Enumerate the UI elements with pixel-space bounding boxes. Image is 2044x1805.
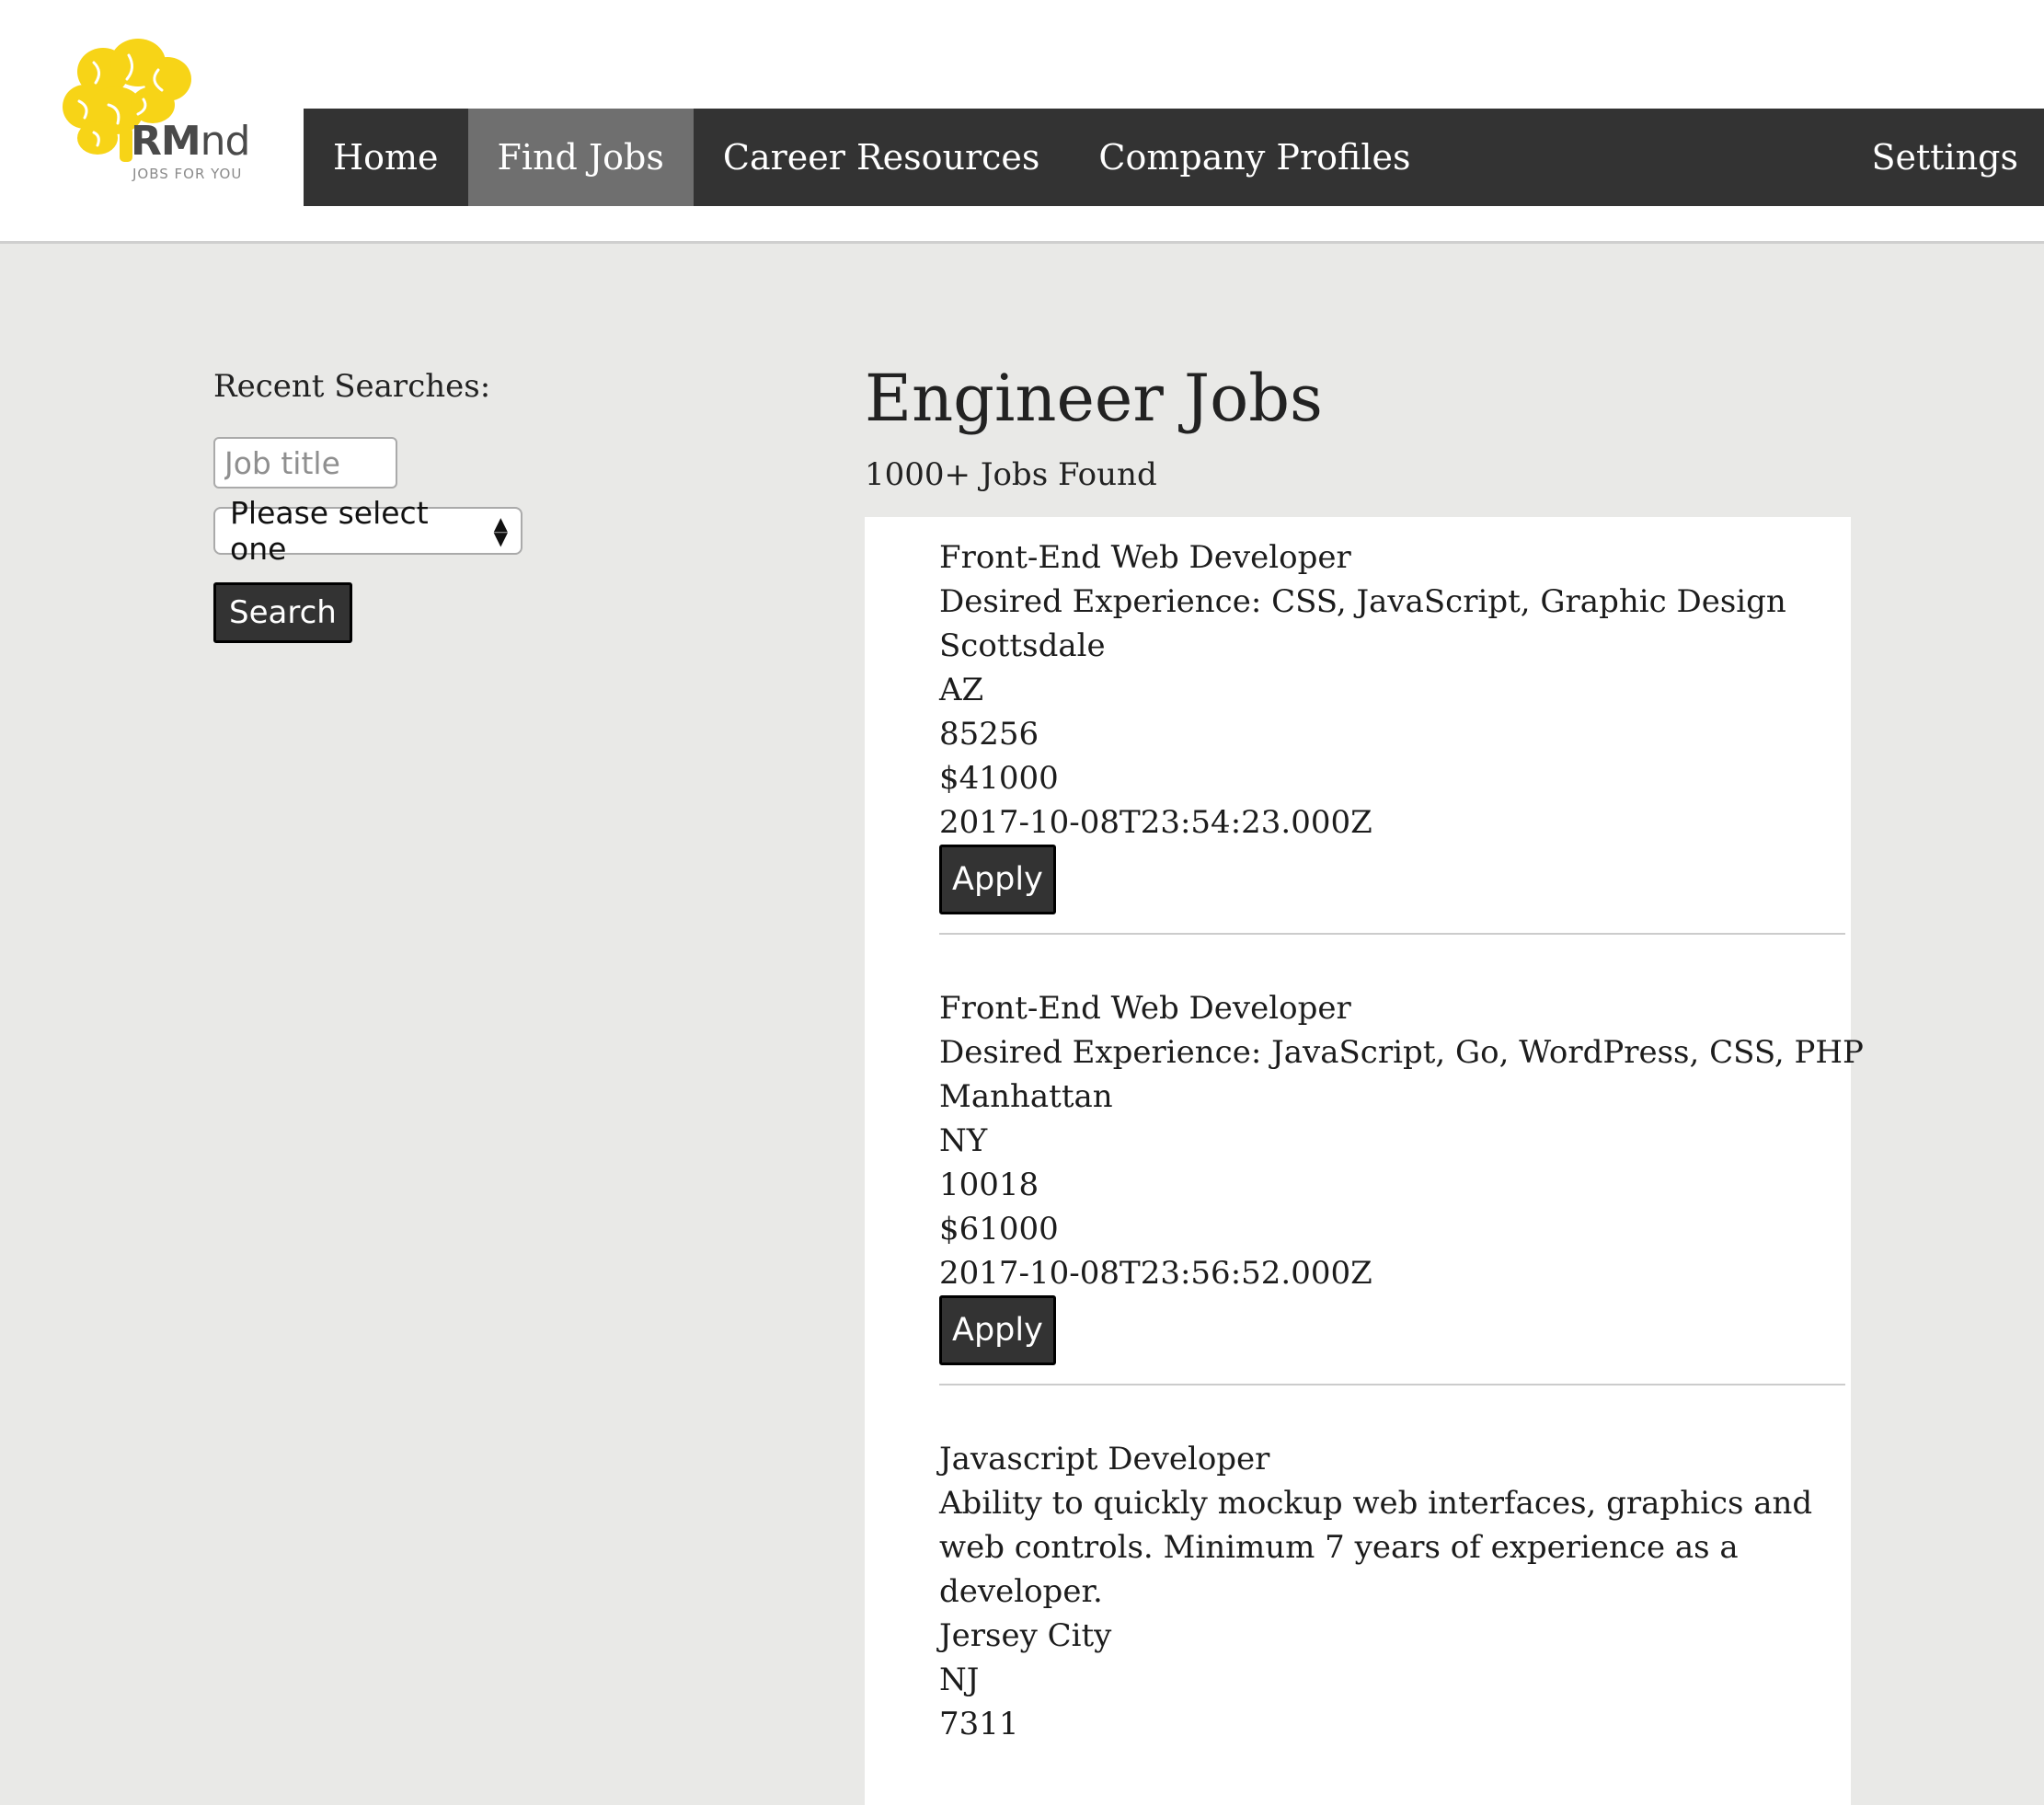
nav-home[interactable]: Home (304, 109, 468, 206)
search-sidebar: Recent Searches: Please select one ▲▼ Se… (213, 363, 673, 643)
jobs-found-count: 1000+ Jobs Found (865, 456, 1157, 493)
job-posted-date: 2017-10-08T23:56:52.000Z (939, 1255, 1372, 1292)
site-logo[interactable]: RMnd JOBS FOR YOU (57, 35, 250, 191)
job-posted-date: 2017-10-08T23:54:23.000Z (939, 804, 1372, 841)
job-salary: $41000 (939, 760, 1059, 797)
job-city: Scottsdale (939, 627, 1106, 664)
job-card: Front-End Web Developer Desired Experien… (939, 517, 1845, 935)
job-city: Jersey City (939, 1617, 1112, 1654)
brand-name-bold: RM (131, 118, 201, 165)
job-title: Front-End Web Developer (939, 539, 1351, 576)
nav-settings[interactable]: Settings (1842, 109, 2044, 206)
job-state: NY (939, 1122, 988, 1159)
apply-button[interactable]: Apply (939, 845, 1056, 914)
job-description: Desired Experience: CSS, JavaScript, Gra… (939, 583, 1786, 620)
nav-company-profiles[interactable]: Company Profiles (1069, 109, 1440, 206)
page-title: Engineer Jobs (865, 361, 1323, 436)
job-list: Front-End Web Developer Desired Experien… (865, 517, 1864, 1805)
category-select-value: Please select one (230, 495, 429, 567)
site-header: RMnd JOBS FOR YOU Home Find Jobs Career … (0, 0, 2044, 244)
job-zip: 7311 (939, 1706, 1019, 1742)
brand-name-rest: nd (200, 118, 251, 165)
brand-wordmark: RMnd (131, 118, 250, 165)
job-title-input[interactable] (213, 437, 397, 489)
job-zip: 10018 (939, 1167, 1039, 1203)
nav-find-jobs[interactable]: Find Jobs (467, 109, 694, 206)
job-state: AZ (939, 672, 984, 708)
job-zip: 85256 (939, 716, 1039, 753)
category-select[interactable]: Please select one ▲ ▼ (213, 495, 522, 567)
search-button[interactable]: Search (213, 582, 352, 643)
job-description: Ability to quickly mockup web interfaces… (939, 1485, 1813, 1610)
job-state: NJ (939, 1661, 980, 1698)
job-title: Javascript Developer (939, 1441, 1270, 1477)
brand-tagline: JOBS FOR YOU (132, 166, 243, 182)
job-card: Javascript Developer Ability to quickly … (939, 1419, 1845, 1765)
apply-button[interactable]: Apply (939, 1295, 1056, 1365)
nav-career-resources[interactable]: Career Resources (694, 109, 1070, 206)
job-card: Front-End Web Developer Desired Experien… (939, 968, 1864, 1385)
job-results: Engineer Jobs 1000+ Jobs Found Front-End… (865, 357, 1864, 1805)
job-title: Front-End Web Developer (939, 990, 1351, 1027)
select-arrows-icon: ▲ ▼ (493, 512, 508, 549)
job-description: Desired Experience: JavaScript, Go, Word… (939, 1034, 1864, 1071)
recent-searches-label: Recent Searches: (213, 368, 491, 405)
main-navbar: Home Find Jobs Career Resources Company … (304, 109, 2044, 206)
job-city: Manhattan (939, 1078, 1113, 1115)
job-salary: $61000 (939, 1211, 1059, 1247)
